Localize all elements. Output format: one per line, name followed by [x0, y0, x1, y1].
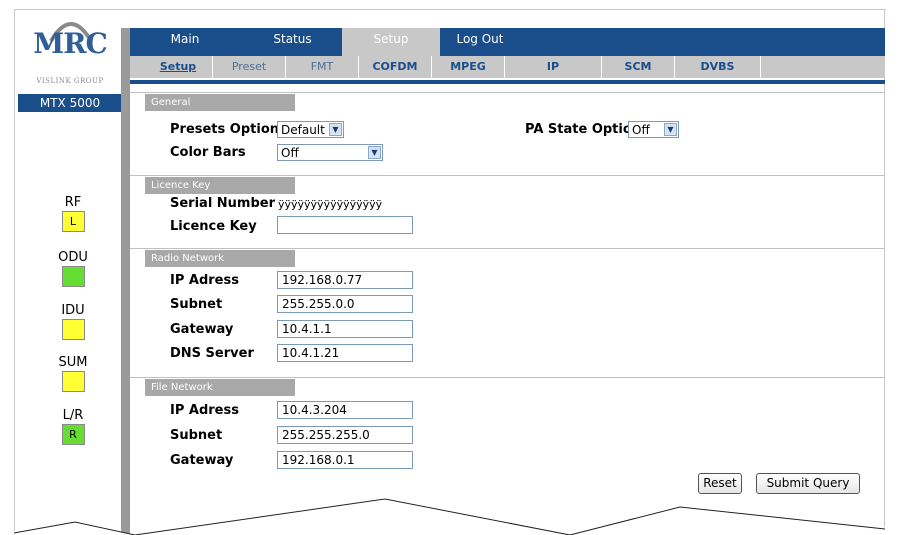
- section-licence-title: Licence Key: [145, 177, 295, 194]
- indicator-light: [61, 266, 85, 287]
- radio-gateway-label: Gateway: [170, 322, 234, 337]
- section-divider: [130, 248, 885, 249]
- indicator-light: R: [61, 424, 85, 445]
- reset-button[interactable]: Reset: [698, 473, 742, 494]
- pa-state-label: PA State Option: [525, 122, 642, 137]
- serial-number-label: Serial Number: [170, 196, 276, 211]
- indicator-light: L: [61, 211, 85, 232]
- indicator-label: SUM: [58, 355, 88, 370]
- sub-nav: Setup Preset FMT COFDM MPEG IP SCM DVBS: [130, 56, 885, 78]
- subtab-cofdm[interactable]: COFDM: [359, 56, 432, 78]
- logo-subtitle: VISLINK GROUP: [36, 77, 104, 85]
- page-frame-right: [884, 9, 885, 535]
- nav-underline: [130, 80, 885, 84]
- indicator-lr: L/R R: [56, 408, 90, 445]
- submit-query-button[interactable]: Submit Query: [756, 473, 860, 494]
- serial-number-value: ÿÿÿÿÿÿÿÿÿÿÿÿÿÿÿÿ: [278, 198, 383, 211]
- page-frame-top: [14, 9, 886, 10]
- section-general-title: General: [145, 94, 295, 111]
- radio-gateway-input[interactable]: [277, 320, 413, 338]
- logo-text: MRC: [33, 27, 108, 60]
- file-gateway-label: Gateway: [170, 453, 234, 468]
- subtab-preset[interactable]: Preset: [213, 56, 286, 78]
- chevron-down-icon: ▼: [368, 146, 381, 159]
- licence-key-input[interactable]: [277, 216, 413, 234]
- indicator-light: [61, 319, 85, 340]
- subtab-dvbs[interactable]: DVBS: [675, 56, 761, 78]
- radio-dns-input[interactable]: [277, 344, 413, 362]
- tab-setup[interactable]: Setup: [342, 28, 440, 56]
- subtab-setup[interactable]: Setup: [144, 56, 213, 78]
- file-ip-input[interactable]: [277, 401, 413, 419]
- torn-edge-decoration: [0, 498, 905, 535]
- radio-subnet-input[interactable]: [277, 295, 413, 313]
- indicator-idu: IDU: [56, 303, 90, 340]
- subtab-fmt[interactable]: FMT: [286, 56, 359, 78]
- file-subnet-label: Subnet: [170, 428, 223, 443]
- subtab-mpeg[interactable]: MPEG: [432, 56, 505, 78]
- sidebar-separator: [121, 28, 130, 535]
- indicator-label: IDU: [61, 303, 85, 318]
- presets-option-value: Default: [281, 123, 325, 137]
- radio-ip-label: IP Adress: [170, 273, 239, 288]
- file-ip-label: IP Adress: [170, 403, 239, 418]
- section-file-network-title: File Network: [145, 379, 295, 396]
- indicator-rf: RF L: [56, 195, 90, 232]
- presets-option-label: Presets Option: [170, 122, 280, 137]
- radio-subnet-label: Subnet: [170, 297, 223, 312]
- section-divider: [130, 175, 885, 176]
- file-subnet-input[interactable]: [277, 426, 413, 444]
- chevron-down-icon: ▼: [329, 123, 342, 136]
- color-bars-label: Color Bars: [170, 145, 246, 160]
- presets-option-select[interactable]: Default ▼: [277, 121, 344, 138]
- indicator-sum: SUM: [56, 355, 90, 392]
- file-gateway-input[interactable]: [277, 451, 413, 469]
- indicator-odu: ODU: [56, 250, 90, 287]
- pa-state-value: Off: [632, 123, 650, 137]
- chevron-down-icon: ▼: [664, 123, 677, 136]
- tab-status[interactable]: Status: [240, 28, 345, 56]
- indicator-light: [61, 371, 85, 392]
- tab-logout[interactable]: Log Out: [440, 28, 520, 56]
- indicator-label: RF: [64, 195, 82, 210]
- tab-main[interactable]: Main: [130, 28, 240, 56]
- radio-ip-input[interactable]: [277, 271, 413, 289]
- model-name: MTX 5000: [18, 94, 122, 112]
- radio-dns-label: DNS Server: [170, 346, 254, 361]
- pa-state-select[interactable]: Off ▼: [628, 121, 679, 138]
- section-divider: [130, 92, 885, 93]
- color-bars-select[interactable]: Off ▼: [277, 144, 383, 161]
- licence-key-label: Licence Key: [170, 219, 257, 234]
- section-radio-network-title: Radio Network: [145, 250, 295, 267]
- color-bars-value: Off: [281, 146, 299, 160]
- subtab-scm[interactable]: SCM: [602, 56, 675, 78]
- subtab-ip[interactable]: IP: [505, 56, 602, 78]
- section-divider: [130, 377, 885, 378]
- main-nav: Main Status Setup Log Out: [130, 28, 885, 56]
- indicator-label: L/R: [62, 408, 84, 423]
- indicator-label: ODU: [58, 250, 88, 265]
- brand-logo: MRC VISLINK GROUP: [18, 13, 122, 91]
- page-frame-left: [14, 9, 15, 535]
